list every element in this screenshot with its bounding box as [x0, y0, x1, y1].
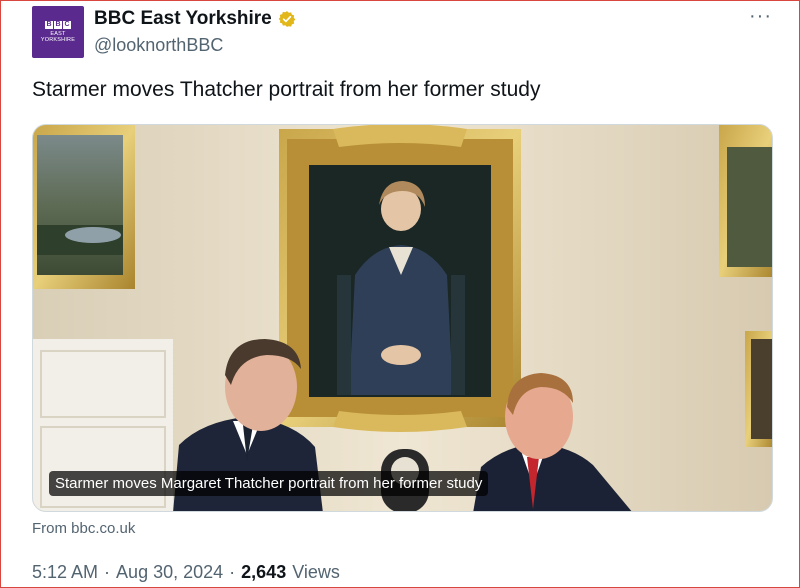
- media-card[interactable]: Starmer moves Margaret Thatcher portrait…: [32, 124, 773, 512]
- more-icon[interactable]: ···: [749, 6, 772, 26]
- tweet-text: Starmer moves Thatcher portrait from her…: [32, 78, 541, 101]
- tweet-date[interactable]: Aug 30, 2024: [116, 562, 223, 583]
- views-label: Views: [292, 562, 340, 582]
- meta-separator: ·: [104, 562, 111, 582]
- avatar-subtitle: EAST YORKSHIRE: [41, 31, 75, 43]
- account-handle[interactable]: @looknorthBBC: [94, 35, 223, 56]
- verified-badge-icon: [278, 11, 296, 27]
- news-photo: [33, 125, 772, 511]
- bbc-logo-letter: B: [54, 21, 62, 29]
- bbc-logo-letter: C: [63, 21, 71, 29]
- bbc-logo: B B C: [45, 21, 71, 29]
- media-caption: Starmer moves Margaret Thatcher portrait…: [49, 471, 489, 496]
- tweet-meta: 5:12 AM · Aug 30, 2024 · 2,643 Views: [32, 562, 340, 583]
- avatar-subtitle-line2: YORKSHIRE: [40, 37, 76, 43]
- name-row: BBC East Yorkshire: [94, 8, 296, 30]
- tweet-time[interactable]: 5:12 AM: [32, 562, 98, 583]
- display-name[interactable]: BBC East Yorkshire: [94, 8, 272, 30]
- link-source[interactable]: From bbc.co.uk: [32, 520, 135, 537]
- tweet-header: B B C EAST YORKSHIRE BBC East Yorkshire …: [32, 6, 772, 62]
- meta-separator: ·: [229, 562, 236, 582]
- avatar[interactable]: B B C EAST YORKSHIRE: [32, 6, 84, 58]
- views-count[interactable]: 2,643: [241, 562, 286, 583]
- bbc-logo-letter: B: [45, 21, 53, 29]
